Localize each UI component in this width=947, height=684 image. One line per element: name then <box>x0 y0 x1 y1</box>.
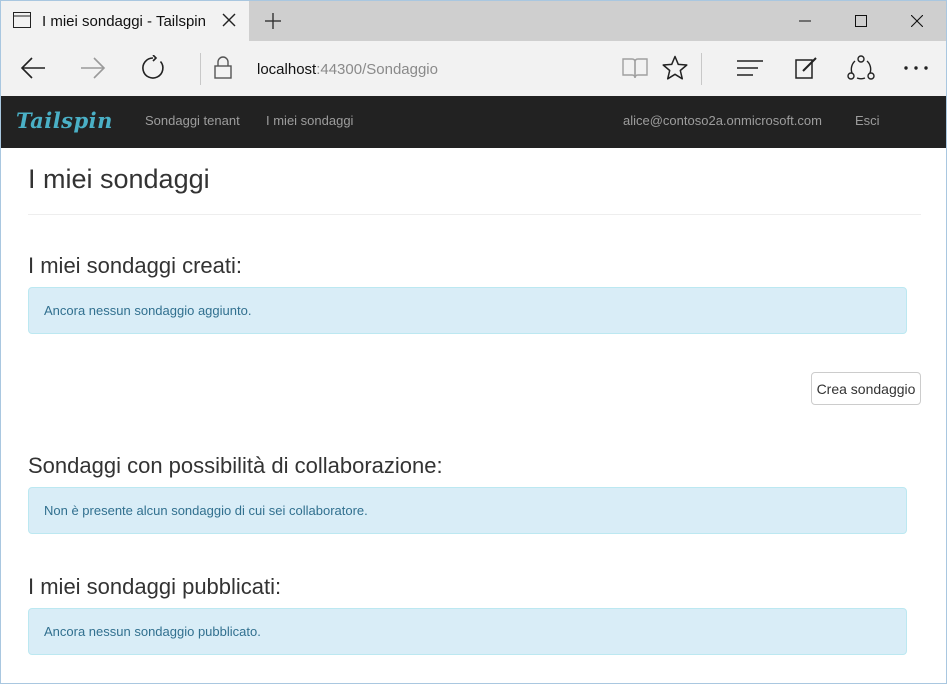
collaboration-surveys-message: Non è presente alcun sondaggio di cui se… <box>44 503 368 518</box>
hub-icon[interactable] <box>735 53 765 83</box>
favorite-star-icon[interactable] <box>660 53 690 83</box>
nav-link-i-miei-sondaggi[interactable]: I miei sondaggi <box>266 113 353 128</box>
toolbar-divider <box>701 53 702 85</box>
more-icon[interactable] <box>901 53 931 83</box>
new-tab-icon[interactable] <box>263 11 283 31</box>
published-surveys-message: Ancora nessun sondaggio pubblicato. <box>44 624 261 639</box>
address-bar[interactable]: localhost:44300/Sondaggio <box>257 61 438 78</box>
collaboration-surveys-heading: Sondaggi con possibilità di collaborazio… <box>28 453 443 478</box>
page-icon <box>13 12 31 28</box>
nav-link-sondaggi-tenant[interactable]: Sondaggi tenant <box>145 113 240 128</box>
created-surveys-alert: Ancora nessun sondaggio aggiunto. <box>28 287 907 334</box>
tailspin-logo[interactable]: Tailspin <box>16 108 113 133</box>
published-surveys-heading: I miei sondaggi pubblicati: <box>28 574 282 599</box>
created-surveys-message: Ancora nessun sondaggio aggiunto. <box>44 303 252 318</box>
close-tab-icon[interactable] <box>220 11 238 29</box>
toolbar-divider <box>200 53 201 85</box>
nav-logout-link[interactable]: Esci <box>855 113 880 128</box>
tab-title: I miei sondaggi - Tailspin <box>42 13 206 30</box>
maximize-button[interactable] <box>833 1 889 41</box>
collaboration-surveys-alert: Non è presente alcun sondaggio di cui se… <box>28 487 907 534</box>
published-surveys-alert: Ancora nessun sondaggio pubblicato. <box>28 608 907 655</box>
created-surveys-heading: I miei sondaggi creati: <box>28 253 242 278</box>
title-divider <box>28 214 921 215</box>
browser-window: I miei sondaggi - Tailspin localhost:443… <box>0 0 947 684</box>
create-survey-button[interactable]: Crea sondaggio <box>811 372 921 405</box>
web-note-icon[interactable] <box>791 53 821 83</box>
nav-user-email[interactable]: alice@contoso2a.onmicrosoft.com <box>623 113 822 128</box>
minimize-button[interactable] <box>777 1 833 41</box>
lock-icon[interactable] <box>208 53 238 83</box>
forward-icon[interactable] <box>78 53 108 83</box>
title-bar: I miei sondaggi - Tailspin <box>1 1 946 41</box>
url-path: :44300/Sondaggio <box>316 61 438 78</box>
app-navbar: Tailspin Sondaggi tenant I miei sondaggi… <box>1 96 946 148</box>
reading-view-icon[interactable] <box>620 53 650 83</box>
refresh-icon[interactable] <box>138 53 168 83</box>
browser-tab[interactable]: I miei sondaggi - Tailspin <box>1 1 249 41</box>
url-host: localhost <box>257 61 317 78</box>
browser-toolbar: localhost:44300/Sondaggio <box>1 41 946 96</box>
share-icon[interactable] <box>846 53 876 83</box>
page-title: I miei sondaggi <box>28 164 210 194</box>
close-window-button[interactable] <box>889 1 945 41</box>
back-icon[interactable] <box>18 53 48 83</box>
